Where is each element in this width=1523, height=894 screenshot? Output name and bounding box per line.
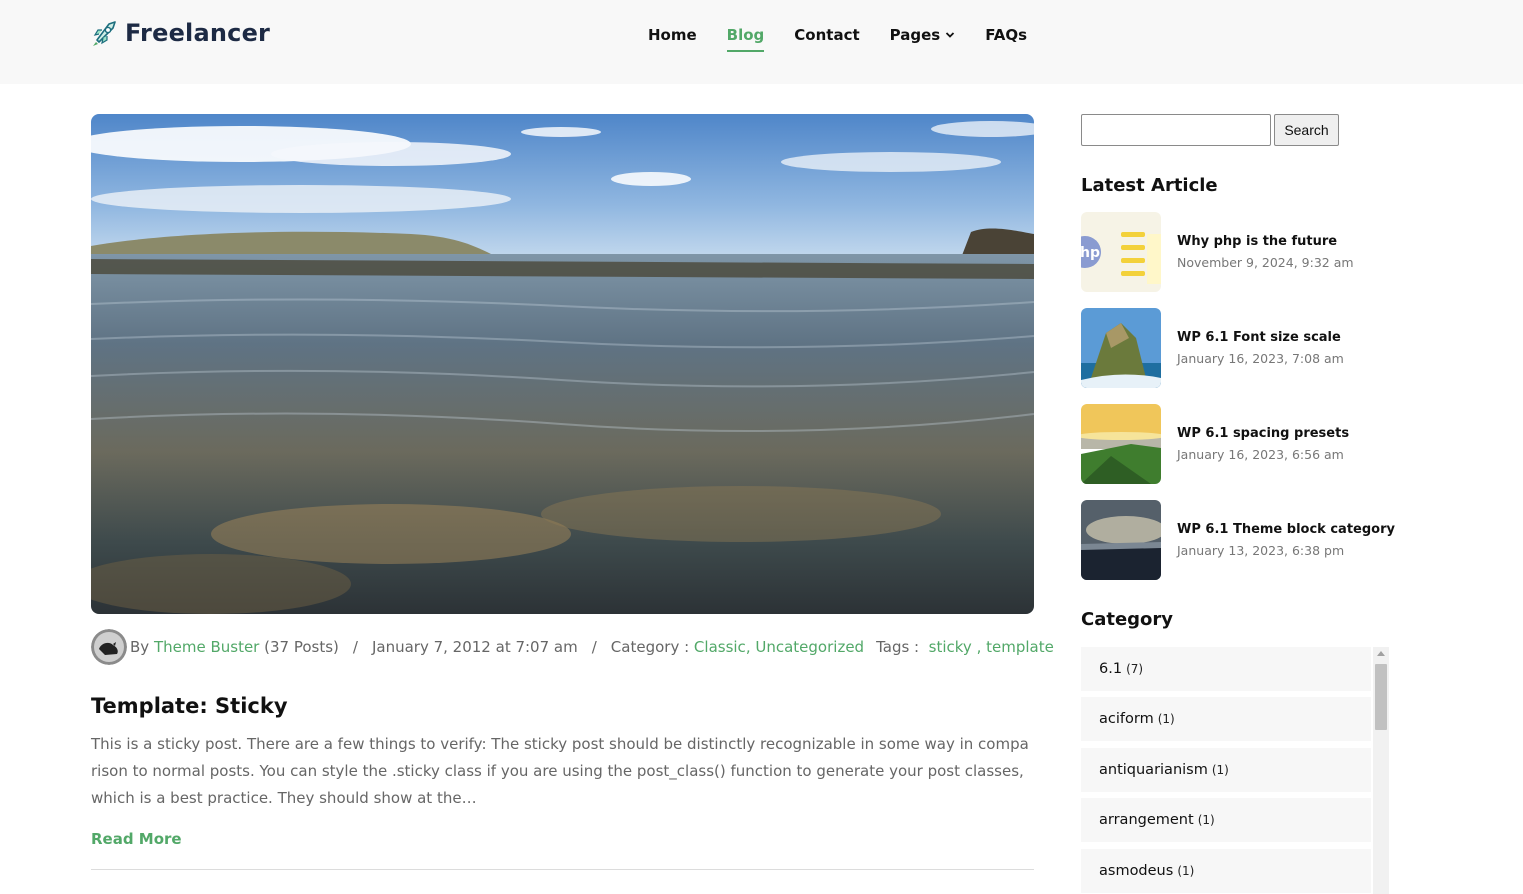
article-title[interactable]: WP 6.1 Theme block category [1177, 522, 1395, 537]
article-date: January 13, 2023, 6:38 pm [1177, 543, 1345, 558]
author-link[interactable]: Theme Buster [154, 638, 259, 656]
article-thumbnail [1081, 308, 1161, 388]
latest-article-heading: Latest Article [1081, 175, 1218, 196]
latest-article-item[interactable]: WP 6.1 Theme block category January 13, … [1081, 500, 1401, 580]
latest-article-item[interactable]: hp Why php is the future November 9, 202… [1081, 212, 1401, 292]
article-date: November 9, 2024, 9:32 am [1177, 255, 1354, 270]
category-name: aciform [1099, 711, 1154, 727]
article-thumbnail: hp [1081, 212, 1161, 292]
category-count: (1) [1157, 712, 1175, 726]
category-count: (7) [1126, 662, 1144, 676]
meta-separator: / [352, 638, 358, 656]
scroll-up-arrow-icon[interactable] [1377, 651, 1385, 656]
nav-pages-label: Pages [889, 26, 941, 44]
site-header: Freelancer Home Blog Contact Pages FAQs [0, 0, 1523, 84]
nav-contact[interactable]: Contact [794, 26, 859, 52]
nav-faqs[interactable]: FAQs [985, 26, 1027, 52]
category-count: (1) [1211, 763, 1229, 777]
post-date: January 7, 2012 at 7:07 am [371, 638, 578, 656]
category-name: asmodeus [1099, 863, 1174, 879]
article-title[interactable]: Why php is the future [1177, 234, 1354, 249]
category-item[interactable]: 6.1 (7) [1081, 647, 1371, 691]
category-item[interactable]: asmodeus (1) [1081, 849, 1371, 893]
author-post-count: (37 Posts) [264, 638, 339, 656]
svg-text:hp: hp [1081, 245, 1100, 261]
category-heading: Category [1081, 609, 1174, 630]
post-featured-image[interactable] [91, 114, 1034, 614]
article-thumbnail [1081, 500, 1161, 580]
rocket-logo-icon [93, 21, 116, 46]
article-date: January 16, 2023, 6:56 am [1177, 447, 1344, 462]
article-title[interactable]: WP 6.1 spacing presets [1177, 426, 1349, 441]
main-nav: Home Blog Contact Pages FAQs [648, 26, 1027, 52]
tags-label: Tags : [876, 638, 920, 656]
logo-text: Freelancer [125, 19, 271, 47]
chevron-down-icon [946, 32, 955, 38]
author-prefix: By [130, 638, 150, 656]
nav-blog[interactable]: Blog [726, 26, 764, 52]
author-avatar[interactable] [91, 629, 127, 665]
post-meta: By Theme Buster (37 Posts) / January 7, … [91, 629, 1054, 665]
post-divider [91, 869, 1034, 870]
latest-article-item[interactable]: WP 6.1 spacing presets January 16, 2023,… [1081, 404, 1401, 484]
category-scrollbar[interactable] [1373, 647, 1389, 894]
nav-home[interactable]: Home [648, 26, 697, 52]
search-input[interactable] [1081, 114, 1271, 146]
category-name: 6.1 [1099, 661, 1123, 677]
category-label: Category : [610, 638, 690, 656]
article-date: January 16, 2023, 7:08 am [1177, 351, 1344, 366]
category-item[interactable]: antiquarianism (1) [1081, 748, 1371, 792]
category-item[interactable]: aciform (1) [1081, 697, 1371, 741]
search-button[interactable]: Search [1274, 114, 1339, 146]
category-count: (1) [1197, 813, 1215, 827]
category-name: antiquarianism [1099, 762, 1208, 778]
latest-article-item[interactable]: WP 6.1 Font size scale January 16, 2023,… [1081, 308, 1401, 388]
read-more-link[interactable]: Read More [91, 830, 182, 848]
post-excerpt: This is a sticky post. There are a few t… [91, 735, 1029, 807]
category-link-classic[interactable]: Classic [694, 638, 746, 656]
post-title[interactable]: Template: Sticky [91, 694, 288, 718]
tag-link-sticky[interactable]: sticky [929, 638, 972, 656]
article-thumbnail [1081, 404, 1161, 484]
category-name: arrangement [1099, 812, 1194, 828]
article-title[interactable]: WP 6.1 Font size scale [1177, 330, 1344, 345]
tag-link-template[interactable]: template [986, 638, 1054, 656]
scrollbar-thumb[interactable] [1375, 664, 1387, 730]
category-list: 6.1 (7) aciform (1) antiquarianism (1) arra… [1081, 647, 1389, 894]
category-item[interactable]: arrangement (1) [1081, 798, 1371, 842]
meta-separator: / [591, 638, 597, 656]
category-link-uncategorized[interactable]: Uncategorized [755, 638, 864, 656]
nav-pages[interactable]: Pages [890, 26, 956, 52]
site-logo[interactable]: Freelancer [91, 18, 270, 48]
category-count: (1) [1177, 864, 1195, 878]
